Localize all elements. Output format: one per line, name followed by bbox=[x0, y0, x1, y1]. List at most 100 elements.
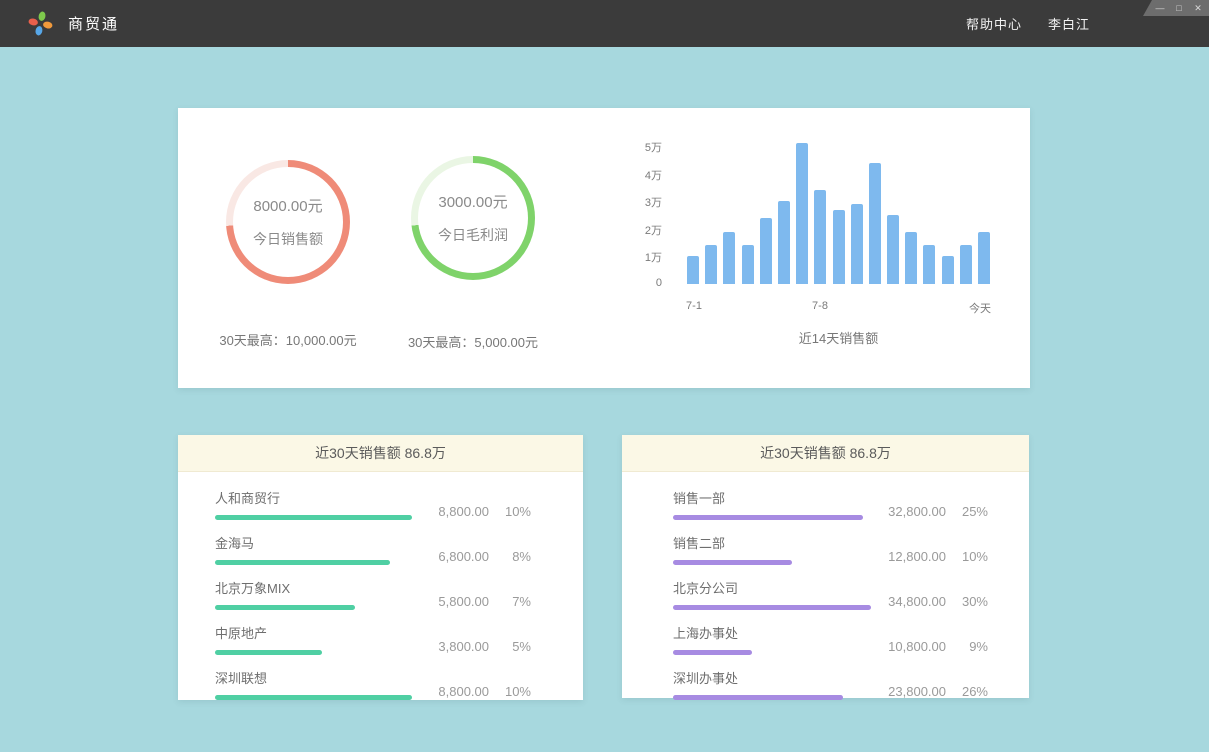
list-item: 深圳办事处23,800.0026% bbox=[673, 668, 988, 700]
item-value: 23,800.00 bbox=[874, 684, 946, 699]
y-tick: 5万 bbox=[606, 139, 662, 155]
username-menu[interactable]: 李白江 bbox=[1048, 14, 1090, 33]
item-values: 3,800.005% bbox=[417, 639, 531, 655]
customers-card-title: 近30天销售额 86.8万 bbox=[178, 435, 583, 472]
list-item: 中原地产3,800.005% bbox=[215, 623, 531, 655]
bar bbox=[851, 204, 863, 284]
bar bbox=[814, 190, 826, 284]
bar bbox=[760, 218, 772, 284]
y-tick: 3万 bbox=[606, 194, 662, 210]
maximize-icon[interactable]: □ bbox=[1171, 0, 1187, 16]
bar-chart-caption: 近14天销售额 bbox=[687, 328, 990, 347]
item-value: 3,800.00 bbox=[417, 639, 489, 654]
item-name: 销售一部 bbox=[673, 488, 874, 507]
profit-donut-ring: 3000.00元 今日毛利润 bbox=[411, 156, 535, 280]
list-item: 金海马6,800.008% bbox=[215, 533, 531, 565]
today-sales-value: 8000.00元 bbox=[253, 195, 322, 216]
help-center-link[interactable]: 帮助中心 bbox=[966, 14, 1022, 33]
minimize-icon[interactable]: — bbox=[1152, 0, 1168, 16]
today-profit-label: 今日毛利润 bbox=[438, 225, 508, 245]
item-bar bbox=[673, 515, 863, 520]
list-item: 深圳联想8,800.0010% bbox=[215, 668, 531, 700]
profit-30d-max-note: 30天最高：5,000.00元 bbox=[363, 332, 583, 351]
item-name: 上海办事处 bbox=[673, 623, 874, 642]
bar bbox=[687, 256, 699, 284]
y-tick: 1万 bbox=[606, 249, 662, 265]
item-name: 金海马 bbox=[215, 533, 417, 552]
bar bbox=[887, 215, 899, 284]
customers-ranking-card: 近30天销售额 86.8万 人和商贸行8,800.0010%金海马6,800.0… bbox=[178, 435, 583, 700]
item-percent: 10% bbox=[489, 684, 531, 699]
sales-bar-chart bbox=[687, 146, 990, 284]
list-item: 人和商贸行8,800.0010% bbox=[215, 488, 531, 520]
bar bbox=[905, 232, 917, 284]
item-values: 8,800.0010% bbox=[417, 504, 531, 520]
departments-list: 销售一部32,800.0025% 销售二部12,800.0010% 北京分公司34,… bbox=[622, 472, 1029, 700]
bar bbox=[869, 163, 881, 284]
list-item: 北京万象MIX5,800.007% bbox=[215, 578, 531, 610]
app-title: 商贸通 bbox=[68, 0, 119, 47]
today-profit-value: 3000.00元 bbox=[438, 191, 507, 212]
window-controls: — □ ✕ bbox=[1143, 0, 1209, 16]
item-name: 深圳办事处 bbox=[673, 668, 874, 687]
bar bbox=[833, 210, 845, 285]
item-value: 10,800.00 bbox=[874, 639, 946, 654]
sales-donut-center: 8000.00元 今日销售额 bbox=[233, 167, 343, 277]
item-name: 北京万象MIX bbox=[215, 578, 417, 597]
bar bbox=[978, 232, 990, 284]
profit-donut-center: 3000.00元 今日毛利润 bbox=[418, 163, 528, 273]
y-tick: 0 bbox=[606, 277, 662, 289]
item-name: 中原地产 bbox=[215, 623, 417, 642]
item-bar bbox=[673, 650, 752, 655]
item-bar bbox=[673, 560, 792, 565]
x-tick-today: 今天 bbox=[958, 300, 1002, 316]
item-value: 8,800.00 bbox=[417, 684, 489, 699]
y-tick: 2万 bbox=[606, 222, 662, 238]
item-value: 12,800.00 bbox=[874, 549, 946, 564]
bar bbox=[723, 232, 735, 284]
sales-donut-ring: 8000.00元 今日销售额 bbox=[226, 160, 350, 284]
bar bbox=[796, 143, 808, 284]
close-icon[interactable]: ✕ bbox=[1190, 0, 1206, 16]
item-percent: 25% bbox=[946, 504, 988, 519]
titlebar-right: 帮助中心 李白江 bbox=[966, 0, 1090, 47]
bar bbox=[923, 245, 935, 284]
item-percent: 5% bbox=[489, 639, 531, 654]
list-item: 销售二部12,800.0010% bbox=[673, 533, 988, 565]
bar bbox=[742, 245, 754, 284]
item-bar bbox=[215, 650, 322, 655]
item-bar bbox=[673, 605, 871, 610]
item-percent: 8% bbox=[489, 549, 531, 564]
item-values: 34,800.0030% bbox=[874, 594, 988, 610]
bar bbox=[960, 245, 972, 284]
item-value: 32,800.00 bbox=[874, 504, 946, 519]
item-values: 5,800.007% bbox=[417, 594, 531, 610]
item-value: 8,800.00 bbox=[417, 504, 489, 519]
item-bar bbox=[215, 515, 412, 520]
item-values: 8,800.0010% bbox=[417, 684, 531, 700]
item-values: 6,800.008% bbox=[417, 549, 531, 565]
today-sales-label: 今日销售额 bbox=[253, 229, 323, 249]
x-tick-middle: 7-8 bbox=[798, 300, 842, 312]
item-bar bbox=[215, 560, 390, 565]
list-item: 销售一部32,800.0025% bbox=[673, 488, 988, 520]
x-tick-first: 7-1 bbox=[672, 300, 716, 312]
bar bbox=[778, 201, 790, 284]
item-name: 人和商贸行 bbox=[215, 488, 417, 507]
item-percent: 10% bbox=[489, 504, 531, 519]
item-percent: 26% bbox=[946, 684, 988, 699]
item-name: 北京分公司 bbox=[673, 578, 874, 597]
titlebar: 商贸通 帮助中心 李白江 — □ ✕ bbox=[0, 0, 1209, 47]
item-percent: 7% bbox=[489, 594, 531, 609]
item-value: 6,800.00 bbox=[417, 549, 489, 564]
overview-card: 8000.00元 今日销售额 30天最高：10,000.00元 3000.00元… bbox=[178, 108, 1030, 388]
item-value: 34,800.00 bbox=[874, 594, 946, 609]
y-tick: 4万 bbox=[606, 167, 662, 183]
item-percent: 9% bbox=[946, 639, 988, 654]
bar bbox=[942, 256, 954, 284]
item-value: 5,800.00 bbox=[417, 594, 489, 609]
customers-list: 人和商贸行8,800.0010%金海马6,800.008%北京万象MIX5,80… bbox=[178, 472, 583, 700]
departments-card-title: 近30天销售额 86.8万 bbox=[622, 435, 1029, 472]
bar bbox=[705, 245, 717, 284]
item-bar bbox=[215, 605, 355, 610]
